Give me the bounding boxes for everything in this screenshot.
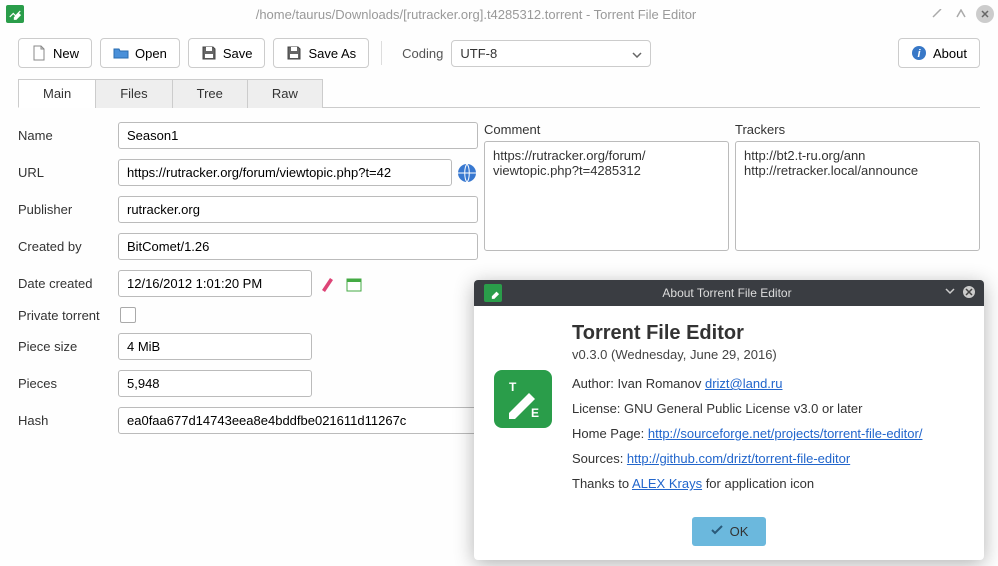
calendar-icon[interactable]	[344, 274, 364, 294]
clear-date-icon[interactable]	[318, 274, 338, 294]
tabs: Main Files Tree Raw	[18, 78, 980, 108]
app-logo-icon: TE	[494, 370, 552, 428]
comment-label: Comment	[484, 122, 729, 137]
about-info: Torrent File Editor v0.3.0 (Wednesday, J…	[572, 322, 964, 501]
coding-label: Coding	[402, 46, 443, 61]
about-logo: TE	[494, 322, 554, 501]
maximize-button[interactable]	[952, 5, 970, 23]
close-button[interactable]	[976, 5, 994, 23]
sources-link[interactable]: http://github.com/drizt/torrent-file-edi…	[627, 451, 850, 466]
hash-input[interactable]	[118, 407, 478, 434]
date-input[interactable]	[118, 270, 312, 297]
publisher-label: Publisher	[18, 202, 118, 217]
window-controls	[928, 5, 994, 23]
coding-value: UTF-8	[460, 46, 497, 61]
titlebar: /home/taurus/Downloads/[rutracker.org].t…	[0, 0, 998, 28]
about-button[interactable]: i About	[898, 38, 980, 68]
separator	[381, 41, 382, 65]
globe-icon[interactable]	[456, 162, 478, 184]
minimize-button[interactable]	[928, 5, 946, 23]
piecesize-label: Piece size	[18, 339, 118, 354]
trackers-textarea[interactable]: http://bt2.t-ru.org/ann http://retracker…	[735, 141, 980, 251]
homepage-link[interactable]: http://sourceforge.net/projects/torrent-…	[648, 426, 923, 441]
about-author: Author: Ivan Romanov drizt@land.ru	[572, 376, 964, 391]
tab-main[interactable]: Main	[18, 79, 96, 108]
open-button[interactable]: Open	[100, 38, 180, 68]
about-label: About	[933, 46, 967, 61]
app-icon	[6, 5, 24, 23]
pieces-input[interactable]	[118, 370, 312, 397]
pieces-label: Pieces	[18, 376, 118, 391]
author-email-link[interactable]: drizt@land.ru	[705, 376, 783, 391]
createdby-input[interactable]	[118, 233, 478, 260]
save-as-label: Save As	[308, 46, 356, 61]
about-version: v0.3.0 (Wednesday, June 29, 2016)	[572, 347, 964, 362]
url-label: URL	[18, 165, 118, 180]
window-title: /home/taurus/Downloads/[rutracker.org].t…	[24, 7, 928, 22]
chevron-down-icon	[632, 46, 642, 61]
ok-button[interactable]: OK	[692, 517, 767, 546]
about-dialog: About Torrent File Editor TE Torrent Fil…	[474, 280, 984, 560]
comment-textarea[interactable]: https://rutracker.org/forum/ viewtopic.p…	[484, 141, 729, 251]
save-label: Save	[223, 46, 253, 61]
save-as-icon	[286, 45, 302, 61]
piecesize-input[interactable]	[118, 333, 312, 360]
about-license: License: GNU General Public License v3.0…	[572, 401, 964, 416]
about-collapse-icon[interactable]	[944, 285, 956, 302]
svg-text:E: E	[531, 406, 539, 420]
svg-text:T: T	[509, 380, 517, 394]
about-thanks: Thanks to ALEX Krays for application ico…	[572, 476, 964, 491]
hash-label: Hash	[18, 413, 118, 428]
folder-open-icon	[113, 45, 129, 61]
save-icon	[201, 45, 217, 61]
toolbar: New Open Save Save As Coding UTF-8 i Abo…	[0, 28, 998, 78]
tab-files[interactable]: Files	[95, 79, 172, 108]
about-body: TE Torrent File Editor v0.3.0 (Wednesday…	[474, 306, 984, 513]
trackers-label: Trackers	[735, 122, 980, 137]
check-icon	[710, 523, 724, 540]
coding-select[interactable]: UTF-8	[451, 40, 651, 67]
tab-tree[interactable]: Tree	[172, 79, 248, 108]
about-footer: OK	[474, 513, 984, 560]
date-label: Date created	[18, 276, 118, 291]
url-input[interactable]	[118, 159, 452, 186]
tab-raw[interactable]: Raw	[247, 79, 323, 108]
new-label: New	[53, 46, 79, 61]
about-close-icon[interactable]	[962, 285, 976, 302]
private-checkbox[interactable]	[120, 307, 136, 323]
about-app-name: Torrent File Editor	[572, 322, 964, 345]
thanks-link[interactable]: ALEX Krays	[632, 476, 702, 491]
about-header: About Torrent File Editor	[474, 280, 984, 306]
save-as-button[interactable]: Save As	[273, 38, 369, 68]
about-sources: Sources: http://github.com/drizt/torrent…	[572, 451, 964, 466]
new-button[interactable]: New	[18, 38, 92, 68]
about-homepage: Home Page: http://sourceforge.net/projec…	[572, 426, 964, 441]
ok-label: OK	[730, 524, 749, 539]
file-icon	[31, 45, 47, 61]
publisher-input[interactable]	[118, 196, 478, 223]
open-label: Open	[135, 46, 167, 61]
createdby-label: Created by	[18, 239, 118, 254]
form-column: Name URL Publisher Created by Date creat…	[18, 122, 478, 444]
name-label: Name	[18, 128, 118, 143]
app-icon	[484, 284, 502, 302]
about-title: About Torrent File Editor	[510, 286, 944, 300]
private-label: Private torrent	[18, 308, 118, 323]
save-button[interactable]: Save	[188, 38, 266, 68]
info-icon: i	[911, 45, 927, 61]
name-input[interactable]	[118, 122, 478, 149]
